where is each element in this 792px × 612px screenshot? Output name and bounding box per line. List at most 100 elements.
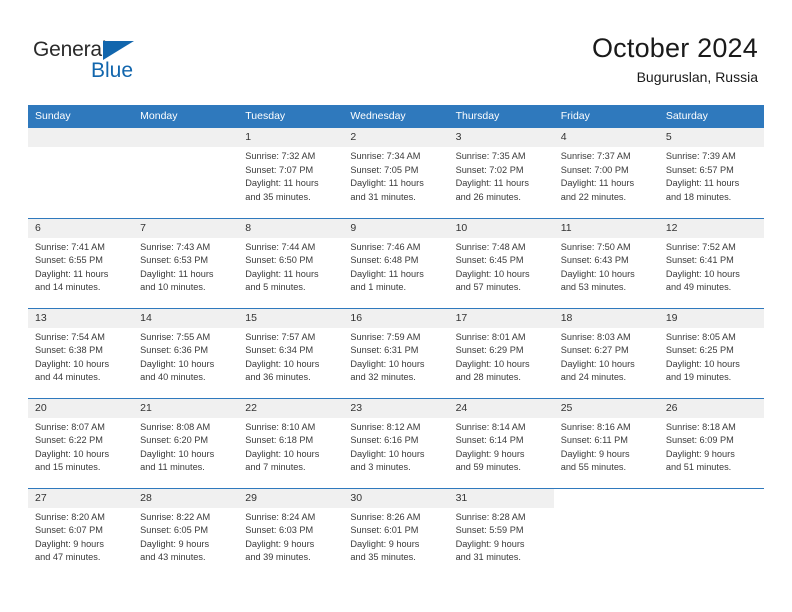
day-number: 19 bbox=[658, 308, 764, 328]
calendar-day-cell[interactable]: 19 Sunrise: 8:05 AM Sunset: 6:25 PM Dayligh… bbox=[658, 307, 764, 398]
weekday-header-thursday: Thursday bbox=[448, 105, 554, 128]
sunset-text: Sunset: 6:20 PM bbox=[140, 435, 209, 446]
calendar-day-cell[interactable]: 15 Sunrise: 7:57 AM Sunset: 6:34 PM Dayligh… bbox=[238, 307, 344, 398]
day-cell-inner: 26 Sunrise: 8:18 AM Sunset: 6:09 PM Dayligh… bbox=[658, 398, 764, 488]
sunrise-text: Sunrise: 8:07 AM bbox=[35, 421, 105, 432]
calendar-day-cell[interactable]: 16 Sunrise: 7:59 AM Sunset: 6:31 PM Dayligh… bbox=[343, 307, 449, 398]
calendar-day-cell[interactable]: 30 Sunrise: 8:26 AM Sunset: 6:01 PM Dayligh… bbox=[343, 487, 449, 578]
sunset-text: Sunset: 5:59 PM bbox=[455, 525, 524, 536]
day-cell-inner: 24 Sunrise: 8:14 AM Sunset: 6:14 PM Dayligh… bbox=[448, 398, 554, 488]
day-number: 31 bbox=[448, 488, 554, 508]
daylight-text: Daylight: 10 hours bbox=[35, 448, 110, 459]
calendar-empty-cell bbox=[28, 128, 134, 218]
calendar-day-cell[interactable]: 3 Sunrise: 7:35 AM Sunset: 7:02 PM Daylight… bbox=[448, 128, 554, 218]
calendar-day-cell[interactable]: 25 Sunrise: 8:16 AM Sunset: 6:11 PM Dayligh… bbox=[553, 397, 659, 488]
sunset-text: Sunset: 6:31 PM bbox=[350, 345, 419, 356]
calendar-day-cell[interactable]: 28 Sunrise: 8:22 AM Sunset: 6:05 PM Dayligh… bbox=[133, 487, 239, 578]
day-details: Sunrise: 7:48 AM Sunset: 6:45 PM Daylight:… bbox=[449, 238, 554, 295]
sunrise-text: Sunrise: 7:37 AM bbox=[560, 151, 631, 161]
day-details bbox=[554, 508, 659, 511]
sunset-text: Sunset: 6:11 PM bbox=[560, 435, 628, 446]
daylight-text: and 24 minutes. bbox=[560, 372, 627, 383]
day-cell-inner: 20 Sunrise: 8:07 AM Sunset: 6:22 PM Dayligh… bbox=[28, 398, 134, 488]
day-cell-inner bbox=[28, 128, 134, 217]
day-cell-inner: 16 Sunrise: 7:59 AM Sunset: 6:31 PM Dayligh… bbox=[343, 308, 449, 398]
day-cell-inner: 9 Sunrise: 7:46 AM Sunset: 6:48 PM Daylight… bbox=[343, 218, 449, 308]
daylight-text: Daylight: 11 hours bbox=[350, 178, 424, 189]
calendar-day-cell[interactable]: 31 Sunrise: 8:28 AM Sunset: 5:59 PM Dayligh… bbox=[448, 487, 554, 578]
day-number bbox=[659, 489, 764, 508]
day-details: Sunrise: 7:32 AM Sunset: 7:07 PM Daylight:… bbox=[238, 147, 343, 204]
calendar-week-row: 6 Sunrise: 7:41 AM Sunset: 6:55 PM Daylight… bbox=[28, 217, 764, 308]
calendar-day-cell[interactable]: 20 Sunrise: 8:07 AM Sunset: 6:22 PM Dayligh… bbox=[28, 397, 134, 488]
triangle-icon bbox=[103, 41, 134, 60]
daylight-text: Daylight: 11 hours bbox=[455, 178, 529, 189]
calendar-day-cell[interactable]: 27 Sunrise: 8:20 AM Sunset: 6:07 PM Dayligh… bbox=[28, 487, 134, 578]
calendar-day-cell[interactable]: 21 Sunrise: 8:08 AM Sunset: 6:20 PM Dayligh… bbox=[133, 397, 239, 488]
calendar-day-cell[interactable]: 6 Sunrise: 7:41 AM Sunset: 6:55 PM Daylight… bbox=[28, 217, 134, 308]
day-details: Sunrise: 8:22 AM Sunset: 6:05 PM Daylight:… bbox=[133, 508, 238, 565]
calendar-day-cell[interactable]: 9 Sunrise: 7:46 AM Sunset: 6:48 PM Daylight… bbox=[343, 217, 449, 308]
daylight-text: Daylight: 10 hours bbox=[350, 448, 425, 459]
calendar-day-cell[interactable]: 7 Sunrise: 7:43 AM Sunset: 6:53 PM Daylight… bbox=[133, 217, 239, 308]
sunrise-text: Sunrise: 7:48 AM bbox=[455, 241, 526, 252]
sunrise-text: Sunrise: 7:52 AM bbox=[665, 241, 736, 252]
day-details: Sunrise: 7:41 AM Sunset: 6:55 PM Daylight:… bbox=[28, 238, 133, 295]
sunset-text: Sunset: 6:45 PM bbox=[455, 255, 524, 266]
day-number: 4 bbox=[553, 128, 659, 147]
calendar-day-cell[interactable]: 11 Sunrise: 7:50 AM Sunset: 6:43 PM Dayligh… bbox=[553, 217, 659, 308]
calendar-day-cell[interactable]: 1 Sunrise: 7:32 AM Sunset: 7:07 PM Daylight… bbox=[238, 128, 344, 218]
day-cell-inner: 17 Sunrise: 8:01 AM Sunset: 6:29 PM Dayligh… bbox=[448, 308, 554, 398]
calendar-empty-cell bbox=[658, 487, 764, 578]
brand-name-bottom: Blue bbox=[91, 59, 134, 82]
daylight-text: and 5 minutes. bbox=[245, 282, 306, 293]
day-number bbox=[28, 128, 134, 147]
daylight-text: Daylight: 11 hours bbox=[35, 268, 109, 279]
calendar-day-cell[interactable]: 17 Sunrise: 8:01 AM Sunset: 6:29 PM Dayligh… bbox=[448, 307, 554, 398]
day-number: 1 bbox=[238, 128, 344, 147]
sunset-text: Sunset: 6:22 PM bbox=[35, 435, 103, 446]
day-details: Sunrise: 8:24 AM Sunset: 6:03 PM Daylight:… bbox=[238, 508, 343, 565]
day-number bbox=[133, 128, 239, 147]
calendar-day-cell[interactable]: 2 Sunrise: 7:34 AM Sunset: 7:05 PM Daylight… bbox=[343, 128, 449, 218]
daylight-text: and 1 minute. bbox=[350, 282, 407, 293]
day-cell-inner: 29 Sunrise: 8:24 AM Sunset: 6:03 PM Dayligh… bbox=[238, 488, 344, 578]
day-number bbox=[554, 489, 659, 508]
day-details: Sunrise: 7:39 AM Sunset: 6:57 PM Daylight:… bbox=[659, 147, 764, 204]
calendar-day-cell[interactable]: 29 Sunrise: 8:24 AM Sunset: 6:03 PM Dayligh… bbox=[238, 487, 344, 578]
daylight-text: Daylight: 10 hours bbox=[245, 358, 320, 369]
day-cell-inner: 1 Sunrise: 7:32 AM Sunset: 7:07 PM Daylight… bbox=[238, 128, 344, 217]
calendar-day-cell[interactable]: 24 Sunrise: 8:14 AM Sunset: 6:14 PM Dayligh… bbox=[448, 397, 554, 488]
daylight-text: and 57 minutes. bbox=[455, 282, 521, 293]
daylight-text: and 31 minutes. bbox=[455, 552, 521, 563]
day-number: 7 bbox=[133, 218, 239, 238]
daylight-text: and 43 minutes. bbox=[140, 552, 206, 563]
calendar-day-cell[interactable]: 23 Sunrise: 8:12 AM Sunset: 6:16 PM Dayligh… bbox=[343, 397, 449, 488]
calendar-day-cell[interactable]: 13 Sunrise: 7:54 AM Sunset: 6:38 PM Dayligh… bbox=[28, 307, 134, 398]
calendar-day-cell[interactable]: 18 Sunrise: 8:03 AM Sunset: 6:27 PM Dayligh… bbox=[553, 307, 659, 398]
day-details: Sunrise: 8:16 AM Sunset: 6:11 PM Daylight:… bbox=[554, 418, 659, 475]
day-number: 13 bbox=[28, 308, 134, 328]
daylight-text: and 28 minutes. bbox=[455, 372, 521, 383]
calendar-day-cell[interactable]: 12 Sunrise: 7:52 AM Sunset: 6:41 PM Dayligh… bbox=[658, 217, 764, 308]
calendar-day-cell[interactable]: 4 Sunrise: 7:37 AM Sunset: 7:00 PM Daylight… bbox=[553, 128, 659, 218]
calendar-day-cell[interactable]: 22 Sunrise: 8:10 AM Sunset: 6:18 PM Dayligh… bbox=[238, 397, 344, 488]
daylight-text: and 36 minutes. bbox=[245, 372, 311, 383]
calendar-day-cell[interactable]: 10 Sunrise: 7:48 AM Sunset: 6:45 PM Dayligh… bbox=[448, 217, 554, 308]
day-details: Sunrise: 8:26 AM Sunset: 6:01 PM Daylight:… bbox=[343, 508, 448, 565]
sunset-text: Sunset: 6:53 PM bbox=[140, 255, 209, 266]
day-cell-inner: 21 Sunrise: 8:08 AM Sunset: 6:20 PM Dayligh… bbox=[133, 398, 239, 488]
calendar-day-cell[interactable]: 14 Sunrise: 7:55 AM Sunset: 6:36 PM Dayligh… bbox=[133, 307, 239, 398]
calendar-day-cell[interactable]: 26 Sunrise: 8:18 AM Sunset: 6:09 PM Dayligh… bbox=[658, 397, 764, 488]
day-details: Sunrise: 7:34 AM Sunset: 7:05 PM Daylight:… bbox=[343, 147, 448, 204]
page-subtitle: Buguruslan, Russia bbox=[636, 69, 758, 85]
calendar-day-cell[interactable]: 5 Sunrise: 7:39 AM Sunset: 6:57 PM Daylight… bbox=[658, 128, 764, 218]
daylight-text: Daylight: 10 hours bbox=[245, 448, 320, 459]
sunrise-text: Sunrise: 7:34 AM bbox=[350, 151, 421, 161]
calendar-day-cell[interactable]: 8 Sunrise: 7:44 AM Sunset: 6:50 PM Daylight… bbox=[238, 217, 344, 308]
sunrise-text: Sunrise: 8:12 AM bbox=[350, 421, 421, 432]
weekday-header-saturday: Saturday bbox=[658, 105, 764, 128]
day-number: 24 bbox=[448, 398, 554, 418]
sunrise-text: Sunrise: 8:10 AM bbox=[245, 421, 316, 432]
weekday-header-friday: Friday bbox=[553, 105, 659, 128]
